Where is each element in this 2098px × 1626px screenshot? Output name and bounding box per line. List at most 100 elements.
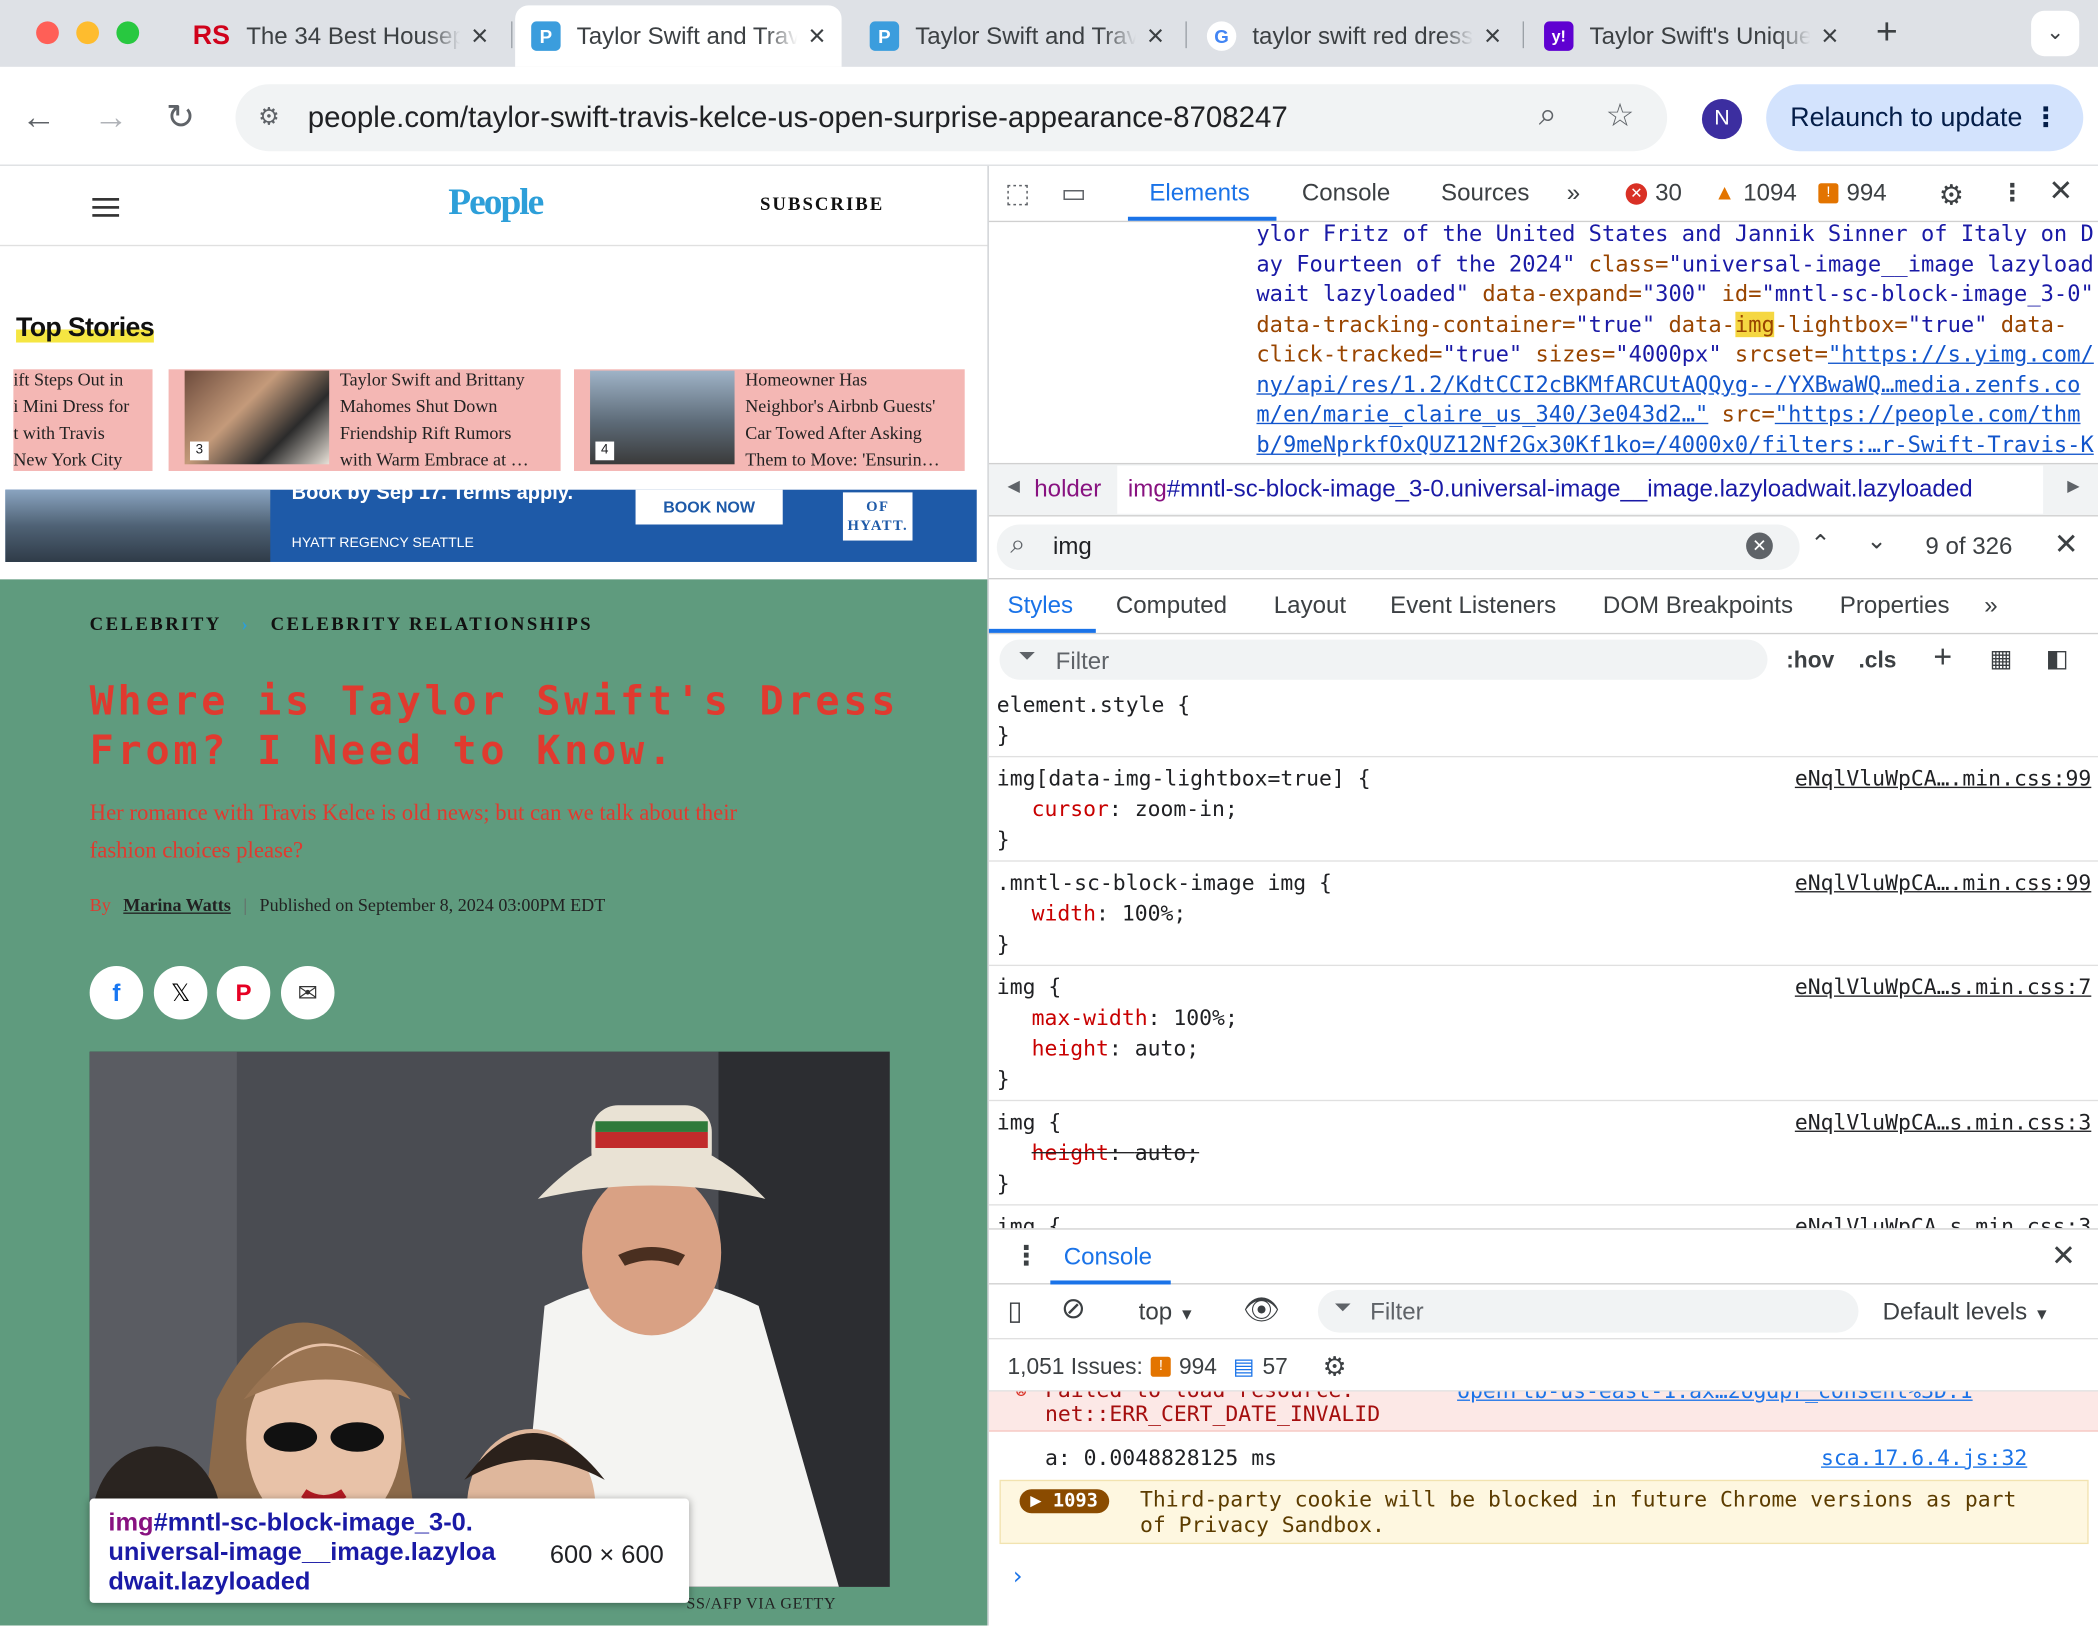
console-sidebar-icon[interactable]: ▯ [1008, 1294, 1023, 1327]
tab-console[interactable]: Console [1302, 179, 1390, 207]
facebook-share-icon[interactable]: f [89, 966, 144, 1020]
close-devtools-icon[interactable]: ✕ [2048, 174, 2073, 209]
style-declaration[interactable]: cursor: zoom-in; [997, 793, 2098, 824]
console-filter-input[interactable]: Filter [1370, 1298, 1424, 1326]
breadcrumb-item[interactable]: CELEBRITY RELATIONSHIPS [271, 615, 593, 635]
more-tabs-icon[interactable]: » [1984, 591, 1997, 619]
x-share-icon[interactable]: 𝕏 [153, 966, 208, 1020]
bookmark-star-icon[interactable]: ☆ [1606, 96, 1635, 135]
paint-icon[interactable]: ▦ [1990, 645, 2013, 673]
live-expression-eye-icon[interactable]: 👁 [1243, 1293, 1280, 1328]
settings-icon[interactable]: ⚙ [1323, 1350, 1347, 1383]
style-declaration-overridden[interactable]: height: auto; [997, 1137, 2098, 1168]
close-drawer-icon[interactable]: ✕ [2051, 1239, 2076, 1274]
srcset-link[interactable]: "https://s.yimg.com/ [1828, 341, 2094, 366]
drawer-tab-console[interactable]: Console [1064, 1243, 1152, 1271]
rule-source-link[interactable]: eNqlVluWpCA…s.min.css:3 [1795, 1211, 2091, 1229]
dom-search-input[interactable]: img [1053, 533, 1092, 561]
profile-avatar[interactable]: N [1701, 99, 1743, 140]
next-match-icon[interactable]: ⌄ [1867, 527, 1887, 555]
tab-computed[interactable]: Computed [1116, 591, 1227, 619]
more-menu-icon[interactable]: ⋮ [2032, 84, 2059, 151]
style-declaration[interactable]: max-width: 100%; [997, 1002, 2098, 1033]
new-rule-icon[interactable]: + [1933, 640, 1952, 677]
browser-tab[interactable]: y! Taylor Swift's Unique × [1528, 5, 1854, 67]
log-source-link[interactable]: sca.17.6.4.js:32 [1821, 1445, 2027, 1470]
tab-event-listeners[interactable]: Event Listeners [1390, 591, 1556, 619]
inspect-element-icon[interactable]: ⬚ [1005, 177, 1030, 210]
close-icon[interactable]: × [1484, 19, 1501, 54]
browser-tab[interactable]: RS The 34 Best Houseplants × [177, 5, 505, 67]
tab-sources[interactable]: Sources [1441, 179, 1529, 207]
rule-source-link[interactable]: eNqlVluWpCA…s.min.css:7 [1795, 971, 2091, 1002]
scroll-left-icon[interactable]: ◀ [1008, 476, 1020, 495]
src-link[interactable]: b/9meNprkfOxQUZ12Nf2Gx30Kf1ko=/4000x0/fi… [1256, 430, 2098, 460]
src-link[interactable]: "https://people.com/thm [1775, 401, 2081, 426]
more-menu-icon[interactable]: ⋮ [2000, 179, 2024, 207]
dom-search-field[interactable] [996, 524, 1800, 570]
more-tabs-icon[interactable]: » [1567, 179, 1580, 207]
clear-console-icon[interactable]: ⊘ [1061, 1291, 1086, 1326]
warning-count[interactable]: ▲ 1094 [1714, 179, 1797, 207]
window-close-button[interactable] [36, 21, 59, 45]
toggle-sidebar-icon[interactable]: ◧ [2046, 645, 2069, 673]
context-selector[interactable]: top ▼ [1139, 1298, 1195, 1326]
hamburger-menu-icon[interactable] [92, 198, 120, 217]
close-search-icon[interactable]: ✕ [2054, 527, 2079, 562]
styles-filter-input[interactable]: Filter [1056, 648, 1110, 676]
rule-source-link[interactable]: eNqlVluWpCA….min.css:99 [1795, 867, 2091, 898]
device-toolbar-icon[interactable]: ▭ [1061, 177, 1086, 210]
settings-icon[interactable]: ⚙ [1939, 179, 1964, 212]
issues-summary[interactable]: 1,051 Issues: ! 994 ▤ 57 ⚙ [1008, 1350, 1347, 1383]
style-declaration[interactable]: width: 100%; [997, 898, 2098, 929]
clear-search-icon[interactable]: ✕ [1746, 532, 1773, 560]
subscribe-link[interactable]: SUBSCRIBE [760, 195, 884, 216]
warning-repeat-badge[interactable]: ▶ 1093 [1019, 1489, 1109, 1514]
tab-dom-breakpoints[interactable]: DOM Breakpoints [1603, 591, 1793, 619]
url-text[interactable]: people.com/taylor-swift-travis-kelce-us-… [308, 100, 1288, 135]
author-link[interactable]: Marina Watts [123, 895, 231, 915]
search-icon[interactable]: ⌕ [1539, 96, 1557, 133]
rule-source-link[interactable]: eNqlVluWpCA…s.min.css:3 [1795, 1107, 2091, 1138]
srcset-link[interactable]: m/en/marie_claire_us_340/3e043d2…" [1256, 401, 1708, 426]
console-prompt-icon[interactable]: › [1010, 1563, 1025, 1591]
breadcrumb-item[interactable]: CELEBRITY [90, 615, 221, 635]
site-info-icon[interactable]: ⚙ [252, 99, 287, 134]
hov-toggle[interactable]: :hov [1786, 648, 1834, 675]
close-icon[interactable]: × [808, 19, 825, 54]
close-icon[interactable]: × [1147, 19, 1164, 54]
browser-tab[interactable]: P Taylor Swift and Travis × [854, 5, 1180, 67]
people-logo[interactable]: People [448, 182, 544, 225]
book-now-button[interactable]: BOOK NOW [635, 489, 783, 525]
close-icon[interactable]: × [1821, 19, 1838, 54]
rule-selector[interactable]: element.style { [997, 689, 2098, 720]
tab-layout[interactable]: Layout [1274, 591, 1346, 619]
crumb-parent[interactable]: holder [1034, 475, 1101, 503]
tab-styles[interactable]: Styles [1008, 591, 1074, 619]
rule-source-link[interactable]: eNqlVluWpCA….min.css:99 [1795, 763, 2091, 794]
story-card[interactable]: 4 Homeowner Has Neighbor's Airbnb Guests… [574, 369, 965, 471]
style-declaration[interactable]: height: auto; [997, 1033, 2098, 1064]
error-count[interactable]: ✕ 30 [1625, 179, 1682, 207]
drawer-menu-icon[interactable]: ⋮ [1013, 1239, 1040, 1272]
crumb-selected[interactable]: img#mntl-sc-block-image_3-0.universal-im… [1128, 475, 1973, 503]
email-share-icon[interactable]: ✉ [280, 966, 335, 1020]
story-card[interactable]: 3 Taylor Swift and Brittany Mahomes Shut… [168, 369, 561, 471]
error-source-link[interactable]: openrtb-us-east-1.ax…26gdpr_consent%3D:1 [1457, 1392, 1973, 1404]
cls-toggle[interactable]: .cls [1858, 648, 1896, 675]
tab-elements[interactable]: Elements [1149, 179, 1249, 207]
tab-properties[interactable]: Properties [1840, 591, 1950, 619]
pinterest-share-icon[interactable]: P [216, 966, 271, 1020]
window-minimize-button[interactable] [76, 21, 100, 45]
relaunch-button[interactable]: Relaunch to update ⋮ [1766, 84, 2084, 152]
window-zoom-button[interactable] [116, 21, 140, 45]
styles-filter-field[interactable] [999, 639, 1768, 680]
log-levels-dropdown[interactable]: Default levels ▼ [1883, 1298, 2050, 1326]
browser-tab[interactable]: G taylor swift red dress × [1191, 5, 1517, 67]
dom-tree[interactable]: ylor Fritz of the United States and Jann… [1256, 219, 2098, 460]
forward-icon[interactable]: → [94, 96, 129, 137]
ad-banner[interactable]: Book by Sep 17. Terms apply. BOOK NOW HY… [5, 482, 977, 562]
srcset-link[interactable]: ny/api/res/1.2/KdtCCI2cBKMfARCUtAQQyg--/… [1256, 370, 2098, 400]
back-icon[interactable]: ← [21, 96, 56, 137]
reload-icon[interactable]: ↻ [166, 96, 195, 137]
